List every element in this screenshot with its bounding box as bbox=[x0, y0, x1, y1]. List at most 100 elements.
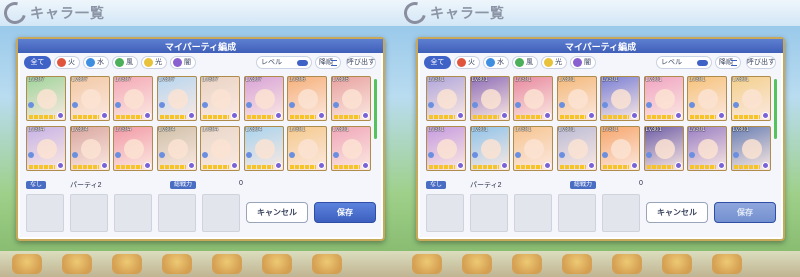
character-card[interactable]: Lv307 bbox=[200, 76, 240, 121]
party-slot[interactable] bbox=[602, 194, 640, 232]
party-slot[interactable] bbox=[514, 194, 552, 232]
nav-my-page-icon[interactable] bbox=[62, 254, 92, 274]
character-card[interactable]: Lv304 bbox=[69, 126, 110, 171]
nav-quest-icon[interactable] bbox=[562, 254, 592, 274]
element-icon bbox=[158, 152, 165, 158]
character-card[interactable]: Lv307 bbox=[243, 76, 284, 121]
character-card[interactable]: Lv304 bbox=[26, 126, 66, 171]
nav-home-icon[interactable] bbox=[412, 254, 442, 274]
nav-menu-icon[interactable] bbox=[312, 254, 342, 274]
character-card[interactable]: Lv304 bbox=[156, 126, 197, 171]
filter-water[interactable]: 水 bbox=[83, 56, 109, 69]
character-card[interactable]: Lv301 bbox=[287, 126, 327, 171]
character-card[interactable]: Lv307 bbox=[156, 76, 197, 121]
character-card[interactable]: Lv301 bbox=[687, 76, 727, 121]
filter-all[interactable]: 全て bbox=[424, 56, 451, 69]
filter-wind[interactable]: 風 bbox=[112, 56, 138, 69]
party-slot[interactable] bbox=[114, 194, 152, 232]
character-card[interactable]: Lv301 bbox=[730, 76, 771, 121]
grid-scrollbar[interactable] bbox=[774, 79, 777, 139]
character-card[interactable]: Lv301 bbox=[513, 126, 553, 171]
nav-my-page-icon[interactable] bbox=[462, 254, 492, 274]
nav-quest-icon[interactable] bbox=[162, 254, 192, 274]
character-level: Lv307 bbox=[202, 77, 219, 83]
party-slot[interactable] bbox=[26, 194, 64, 232]
character-portrait bbox=[341, 89, 362, 109]
character-card[interactable]: Lv301 bbox=[643, 76, 684, 121]
filter-all[interactable]: 全て bbox=[24, 56, 51, 69]
character-portrait bbox=[124, 89, 144, 109]
back-arrow-icon[interactable] bbox=[0, 0, 31, 29]
character-level: Lv301 bbox=[602, 77, 619, 83]
character-portrait bbox=[480, 89, 501, 109]
character-card[interactable]: Lv304 bbox=[113, 126, 153, 171]
call-button[interactable]: 呼び出す bbox=[746, 56, 776, 69]
character-card[interactable]: Lv301 bbox=[469, 126, 510, 171]
rank-badge-icon bbox=[761, 162, 769, 169]
grid-scrollbar[interactable] bbox=[374, 79, 377, 139]
nav-home-icon[interactable] bbox=[12, 254, 42, 274]
element-icon bbox=[28, 152, 34, 158]
sort-direction-button[interactable]: 降順 bbox=[315, 56, 341, 69]
character-card[interactable]: Lv305 bbox=[330, 76, 371, 121]
call-button[interactable]: 呼び出す bbox=[346, 56, 376, 69]
character-card[interactable]: Lv301 bbox=[643, 126, 684, 171]
character-card[interactable]: Lv301 bbox=[426, 126, 466, 171]
filter-wind[interactable]: 風 bbox=[512, 56, 538, 69]
nav-gacha-icon[interactable] bbox=[662, 254, 692, 274]
party-slot[interactable] bbox=[70, 194, 108, 232]
cancel-button[interactable]: キャンセル bbox=[246, 202, 308, 223]
party-slot[interactable] bbox=[470, 194, 508, 232]
filter-light[interactable]: 光 bbox=[541, 56, 567, 69]
element-icon bbox=[202, 152, 208, 158]
nav-story-icon[interactable] bbox=[512, 254, 542, 274]
filter-dark[interactable]: 闇 bbox=[570, 56, 596, 69]
party-slot[interactable] bbox=[202, 194, 240, 232]
filter-fire[interactable]: 火 bbox=[54, 56, 80, 69]
character-card[interactable]: Lv301 bbox=[513, 76, 553, 121]
sort-direction-button[interactable]: 降順 bbox=[715, 56, 741, 69]
character-card[interactable]: Lv301 bbox=[556, 126, 597, 171]
party-slot[interactable] bbox=[558, 194, 596, 232]
filter-fire-label: 火 bbox=[68, 59, 75, 66]
character-portrait bbox=[124, 139, 144, 159]
nav-guild-icon[interactable] bbox=[612, 254, 642, 274]
party-slot[interactable] bbox=[158, 194, 196, 232]
filter-dark[interactable]: 闇 bbox=[170, 56, 196, 69]
nav-story-icon[interactable] bbox=[112, 254, 142, 274]
sort-select[interactable]: レベル bbox=[656, 56, 712, 69]
filter-water[interactable]: 水 bbox=[483, 56, 509, 69]
save-button[interactable]: 保存 bbox=[314, 202, 376, 223]
character-card[interactable]: Lv301 bbox=[556, 76, 597, 121]
nav-guild-icon[interactable] bbox=[212, 254, 242, 274]
character-card[interactable]: Lv304 bbox=[200, 126, 240, 171]
element-icon bbox=[689, 152, 695, 158]
top-bar: キャラ一覧 bbox=[0, 0, 400, 29]
filter-fire[interactable]: 火 bbox=[454, 56, 480, 69]
character-card[interactable]: Lv304 bbox=[243, 126, 284, 171]
nav-menu-icon[interactable] bbox=[712, 254, 742, 274]
character-card[interactable]: Lv301 bbox=[469, 76, 510, 121]
power-value: 0 bbox=[239, 180, 243, 187]
element-icon bbox=[115, 152, 121, 158]
character-card[interactable]: Lv301 bbox=[600, 126, 640, 171]
save-button[interactable]: 保存 bbox=[714, 202, 776, 223]
filter-dark-label: 闇 bbox=[184, 59, 191, 66]
character-card[interactable]: Lv307 bbox=[26, 76, 66, 121]
character-card[interactable]: Lv306 bbox=[287, 76, 327, 121]
party-slot[interactable] bbox=[426, 194, 464, 232]
character-card[interactable]: Lv301 bbox=[687, 126, 727, 171]
filter-light[interactable]: 光 bbox=[141, 56, 167, 69]
character-card[interactable]: Lv301 bbox=[426, 76, 466, 121]
character-card[interactable]: Lv307 bbox=[69, 76, 110, 121]
sort-select[interactable]: レベル bbox=[256, 56, 312, 69]
star-rating-icon bbox=[333, 115, 360, 119]
character-card[interactable]: Lv301 bbox=[600, 76, 640, 121]
back-arrow-icon[interactable] bbox=[400, 0, 431, 29]
character-card[interactable]: Lv301 bbox=[730, 126, 771, 171]
character-portrait bbox=[211, 139, 231, 159]
character-card[interactable]: Lv307 bbox=[113, 76, 153, 121]
nav-gacha-icon[interactable] bbox=[262, 254, 292, 274]
character-card[interactable]: Lv301 bbox=[330, 126, 371, 171]
cancel-button[interactable]: キャンセル bbox=[646, 202, 708, 223]
